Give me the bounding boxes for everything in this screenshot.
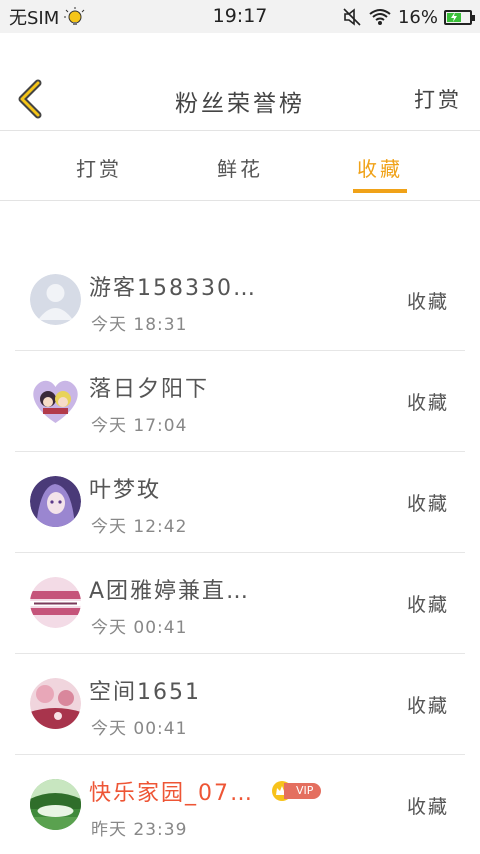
page-title: 粉丝荣誉榜 xyxy=(175,91,305,117)
tab-favorites[interactable]: 收藏 xyxy=(345,153,415,182)
list-item[interactable]: 叶梦玫 今天 12:42 收藏 xyxy=(15,452,465,553)
user-name: 叶梦玫 xyxy=(89,478,162,503)
timestamp: 今天 12:42 xyxy=(91,517,188,537)
purple-anime-avatar xyxy=(30,476,81,527)
battery-percent: 16% xyxy=(397,6,438,28)
vip-label: VIP xyxy=(284,783,322,799)
battery-icon xyxy=(444,9,475,25)
user-name: A团雅婷兼直… xyxy=(89,579,251,604)
pink-banner-avatar xyxy=(30,577,81,628)
list-item[interactable]: 落日夕阳下 今天 17:04 收藏 xyxy=(15,351,465,452)
user-name: 空间1651 xyxy=(89,680,201,705)
list-item[interactable]: 空间1651 今天 00:41 收藏 xyxy=(15,654,465,755)
header: 粉丝荣誉榜 打赏 xyxy=(0,33,480,131)
wifi-icon xyxy=(369,9,391,25)
action-label: 收藏 xyxy=(406,594,449,616)
green-landscape-avatar xyxy=(30,779,81,830)
timestamp: 今天 00:41 xyxy=(91,618,188,638)
pink-flower-avatar xyxy=(30,678,81,729)
action-label: 收藏 xyxy=(406,392,449,414)
timestamp: 今天 17:04 xyxy=(91,416,188,436)
user-name: 游客158330… xyxy=(89,276,257,301)
timestamp: 今天 18:31 xyxy=(91,315,188,335)
user-name: 快乐家园_07… xyxy=(89,781,254,806)
timestamp: 今天 00:41 xyxy=(91,719,188,739)
tab-bar: 打赏 鲜花 收藏 xyxy=(0,131,480,201)
status-bar: 无SIM 19:17 16% xyxy=(0,0,480,33)
tab-reward[interactable]: 打赏 xyxy=(64,153,134,182)
action-label: 收藏 xyxy=(406,493,449,515)
default-user-avatar xyxy=(30,274,81,325)
list-item[interactable]: 游客158330… 今天 18:31 收藏 xyxy=(15,250,465,351)
action-label: 收藏 xyxy=(406,796,449,818)
reward-link[interactable]: 打赏 xyxy=(414,84,462,114)
list-item[interactable]: A团雅婷兼直… 今天 00:41 收藏 xyxy=(15,553,465,654)
active-tab-indicator xyxy=(353,189,407,193)
action-label: 收藏 xyxy=(406,291,449,313)
timestamp: 昨天 23:39 xyxy=(91,820,188,840)
list-item[interactable]: 快乐家园_07… VIP 昨天 23:39 收藏 xyxy=(15,755,465,854)
action-label: 收藏 xyxy=(406,695,449,717)
mute-icon xyxy=(343,8,361,26)
battery-level xyxy=(447,12,462,22)
tab-flowers[interactable]: 鲜花 xyxy=(205,153,275,182)
fan-list: 游客158330… 今天 18:31 收藏 落日夕阳下 今天 17:04 收藏 … xyxy=(0,250,480,854)
user-name: 落日夕阳下 xyxy=(89,377,210,402)
anime-couple-avatar xyxy=(33,380,78,423)
vip-badge: VIP xyxy=(272,781,322,801)
status-right: 16% xyxy=(342,6,475,28)
charging-icon xyxy=(451,12,458,22)
